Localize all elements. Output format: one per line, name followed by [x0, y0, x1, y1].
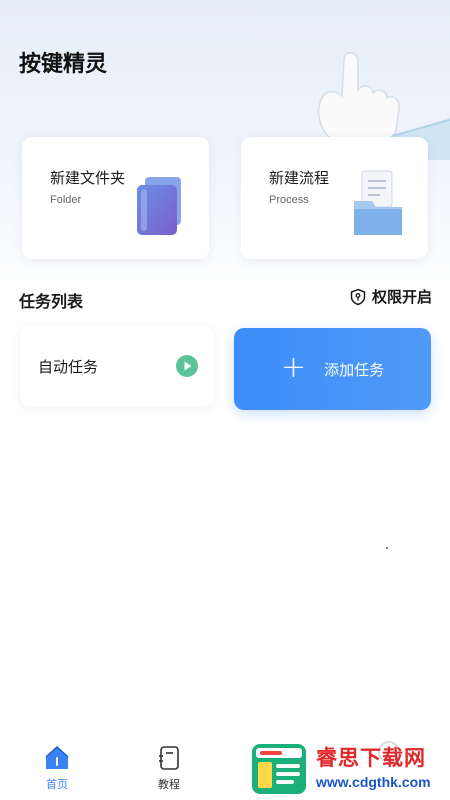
- add-task-button[interactable]: + 添加任务: [234, 328, 431, 410]
- watermark-logo-icon: [252, 744, 306, 794]
- home-icon: [45, 745, 69, 769]
- page-title: 按键精灵: [19, 52, 108, 77]
- task-list-title: 任务列表: [19, 292, 84, 311]
- auto-task-card[interactable]: 自动任务: [20, 326, 214, 406]
- play-icon[interactable]: [176, 355, 198, 377]
- folder-icon: [137, 177, 181, 235]
- nav-label-home: 首页: [46, 778, 68, 791]
- watermark-url: www.cdgthk.com: [316, 774, 431, 790]
- new-process-title: 新建流程: [269, 169, 330, 187]
- nav-item-tutorial[interactable]: 教程: [139, 744, 199, 792]
- new-folder-card[interactable]: 新建文件夹 Folder: [22, 137, 209, 259]
- nav-item-home[interactable]: 首页: [27, 744, 87, 792]
- new-process-card[interactable]: 新建流程 Process: [241, 137, 428, 259]
- auto-task-label: 自动任务: [38, 358, 99, 376]
- stray-dot: [386, 547, 388, 549]
- new-process-subtitle: Process: [269, 194, 309, 206]
- site-watermark: 睿思下载网 www.cdgthk.com: [250, 740, 450, 800]
- add-task-label: 添加任务: [324, 360, 385, 379]
- nav-label-tutorial: 教程: [158, 778, 180, 791]
- watermark-name: 睿思下载网: [316, 746, 426, 770]
- document-folder-icon: [354, 170, 402, 235]
- new-folder-subtitle: Folder: [50, 194, 82, 206]
- permission-toggle[interactable]: 权限开启: [349, 286, 432, 307]
- new-folder-title: 新建文件夹: [50, 169, 126, 187]
- tutorial-icon: [159, 746, 179, 770]
- permission-label: 权限开启: [371, 288, 432, 306]
- plus-icon: +: [280, 349, 307, 385]
- shield-icon: [350, 288, 366, 305]
